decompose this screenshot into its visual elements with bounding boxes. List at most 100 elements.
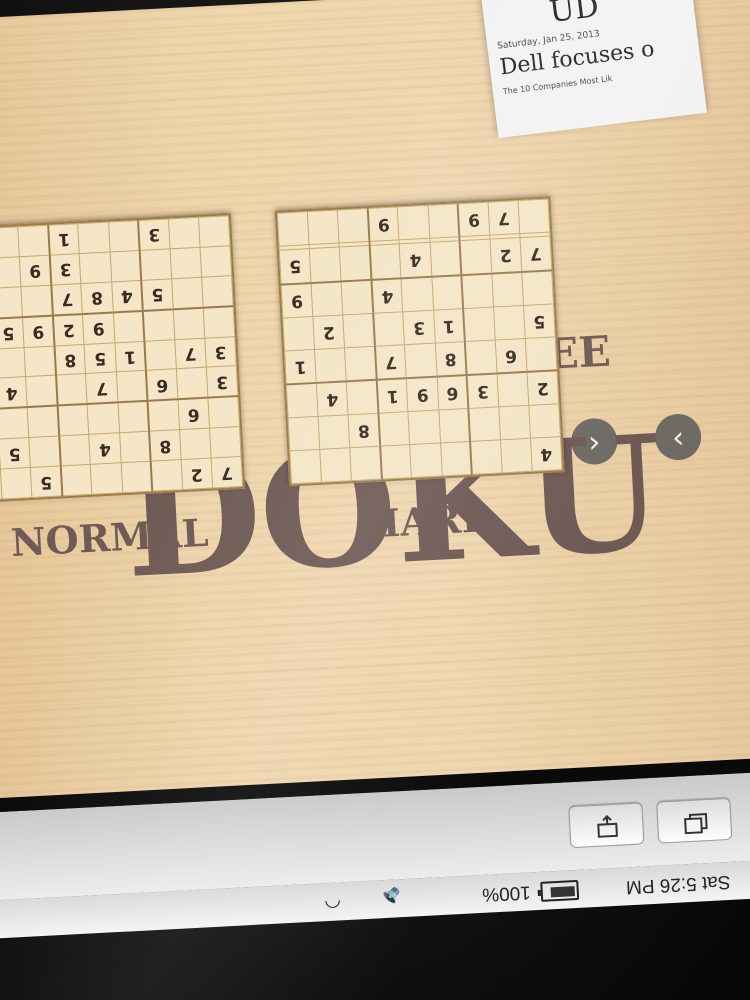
grid-cell bbox=[311, 280, 343, 317]
grid-cell bbox=[521, 269, 554, 306]
grid-cell: 5 bbox=[279, 248, 312, 285]
grid-cell bbox=[463, 306, 496, 342]
grid-cell bbox=[27, 405, 60, 438]
grid-cell bbox=[349, 446, 382, 481]
grid-cell bbox=[410, 443, 442, 478]
grid-cell: 5 bbox=[30, 466, 63, 498]
grid-cell bbox=[57, 404, 90, 437]
grid-cell bbox=[319, 447, 352, 483]
grid-cell bbox=[168, 217, 200, 249]
sudoku-app: › ‹ DOKU FREE HARD 482369146871513249724… bbox=[0, 0, 750, 800]
grid-cell bbox=[307, 210, 340, 245]
grid-cell: 8 bbox=[149, 430, 181, 462]
grid-cell bbox=[459, 239, 492, 275]
difficulty-hard-card[interactable]: HARD 4823691468715132497245799 bbox=[274, 196, 565, 547]
grid-cell: 7 bbox=[51, 283, 83, 316]
grid-cell bbox=[500, 438, 533, 473]
grid-cell: 6 bbox=[177, 398, 210, 431]
grid-cell bbox=[401, 276, 434, 312]
window-button[interactable] bbox=[656, 797, 733, 844]
grid-cell bbox=[108, 220, 140, 252]
grid-cell bbox=[369, 244, 402, 280]
grid-cell bbox=[344, 345, 377, 382]
grid-cell bbox=[169, 247, 202, 279]
grid-cell: 1 bbox=[48, 223, 80, 256]
grid-cell bbox=[493, 305, 526, 340]
grid-cell bbox=[427, 203, 460, 239]
grid-cell bbox=[461, 273, 494, 309]
grid-cell bbox=[0, 347, 26, 379]
grid-cell: 6 bbox=[495, 338, 527, 374]
grid-cell: 3 bbox=[204, 336, 237, 368]
grid-cell: 9 bbox=[367, 206, 400, 242]
grid-cell bbox=[90, 462, 123, 495]
battery-percent[interactable]: 100% bbox=[482, 880, 532, 905]
menubar-clock[interactable]: Sat 5:26 PM bbox=[625, 870, 731, 897]
grid-cell bbox=[498, 405, 531, 440]
grid-cell: 4 bbox=[111, 280, 143, 313]
grid-cell: 4 bbox=[316, 381, 349, 417]
grid-cell: 2 bbox=[312, 314, 345, 350]
sudoku-grid-hard: 4823691468715132497245799 bbox=[277, 199, 563, 485]
grid-cell: 8 bbox=[81, 281, 113, 314]
grid-cell bbox=[150, 459, 183, 492]
grid-cell: 5 bbox=[141, 278, 174, 311]
grid-cell bbox=[209, 426, 242, 459]
wifi-icon[interactable]: ◠ bbox=[324, 889, 342, 913]
grid-cell: 9 bbox=[82, 312, 115, 345]
grid-cell: 6 bbox=[436, 374, 469, 411]
grid-cell bbox=[431, 274, 464, 310]
grid-cell bbox=[173, 307, 205, 340]
grid-cell bbox=[309, 247, 342, 283]
grid-cell bbox=[207, 396, 240, 429]
grid-cell bbox=[199, 245, 232, 277]
grid-cell bbox=[203, 305, 235, 338]
grid-cell: 9 bbox=[457, 202, 490, 237]
grid-cell bbox=[373, 311, 405, 346]
share-button[interactable] bbox=[568, 802, 645, 849]
grid-cell: 7 bbox=[374, 344, 407, 380]
grid-cell bbox=[282, 316, 315, 351]
grid-cell bbox=[171, 276, 204, 309]
grid-cell: 2 bbox=[489, 237, 522, 274]
grid-cell bbox=[491, 271, 524, 307]
screen-rotated: Sat 5:26 PM 100% 🔈 ◠ › ‹ DOKU HARD 4 8 2… bbox=[0, 0, 750, 1000]
grid-cell bbox=[79, 251, 112, 284]
grid-cell bbox=[176, 367, 208, 400]
newspaper-body: UD Saturday, Jan 25, 2013 Dell focuses o… bbox=[481, 0, 707, 138]
newspaper-card[interactable]: UD Saturday, Jan 25, 2013 Dell focuses o… bbox=[480, 0, 707, 139]
grid-cell bbox=[201, 275, 234, 308]
grid-cell bbox=[408, 410, 441, 445]
grid-cell bbox=[397, 205, 430, 240]
grid-cell: 2 bbox=[52, 313, 85, 346]
grid-cell: 3 bbox=[49, 253, 82, 285]
battery-icon[interactable] bbox=[540, 879, 580, 902]
grid-cell: 7 bbox=[174, 337, 207, 370]
grid-cell bbox=[380, 444, 412, 480]
grid-cell: 4 bbox=[371, 277, 404, 314]
grid-cell bbox=[438, 408, 471, 444]
grid-cell: 4 bbox=[89, 433, 121, 465]
grid-cell: 3 bbox=[466, 373, 499, 409]
grid-cell: 5 bbox=[523, 303, 556, 339]
difficulty-normal-card[interactable]: NORMAL 725184563674837158929554873931 bbox=[0, 213, 246, 565]
grid-cell: 7 bbox=[210, 456, 243, 488]
volume-icon[interactable]: 🔈 bbox=[377, 885, 402, 910]
grid-cell bbox=[24, 345, 56, 378]
grid-cell bbox=[117, 401, 150, 434]
next-arrow-button[interactable]: › bbox=[653, 412, 703, 462]
grid-cell bbox=[464, 339, 497, 375]
grid-cell: 9 bbox=[281, 282, 313, 318]
grid-cell bbox=[288, 416, 320, 451]
share-icon bbox=[597, 814, 618, 838]
grid-cell bbox=[147, 399, 180, 432]
grid-cell bbox=[112, 310, 145, 343]
grid-cell bbox=[0, 407, 30, 440]
grid-cell bbox=[139, 248, 172, 281]
grid-cell: 5 bbox=[0, 316, 25, 349]
grid-cell: 8 bbox=[348, 413, 381, 448]
grid-cell: 3 bbox=[206, 366, 238, 399]
grid-cell bbox=[277, 211, 310, 247]
grid-cell: 7 bbox=[519, 236, 552, 272]
grid-cell bbox=[286, 382, 319, 418]
